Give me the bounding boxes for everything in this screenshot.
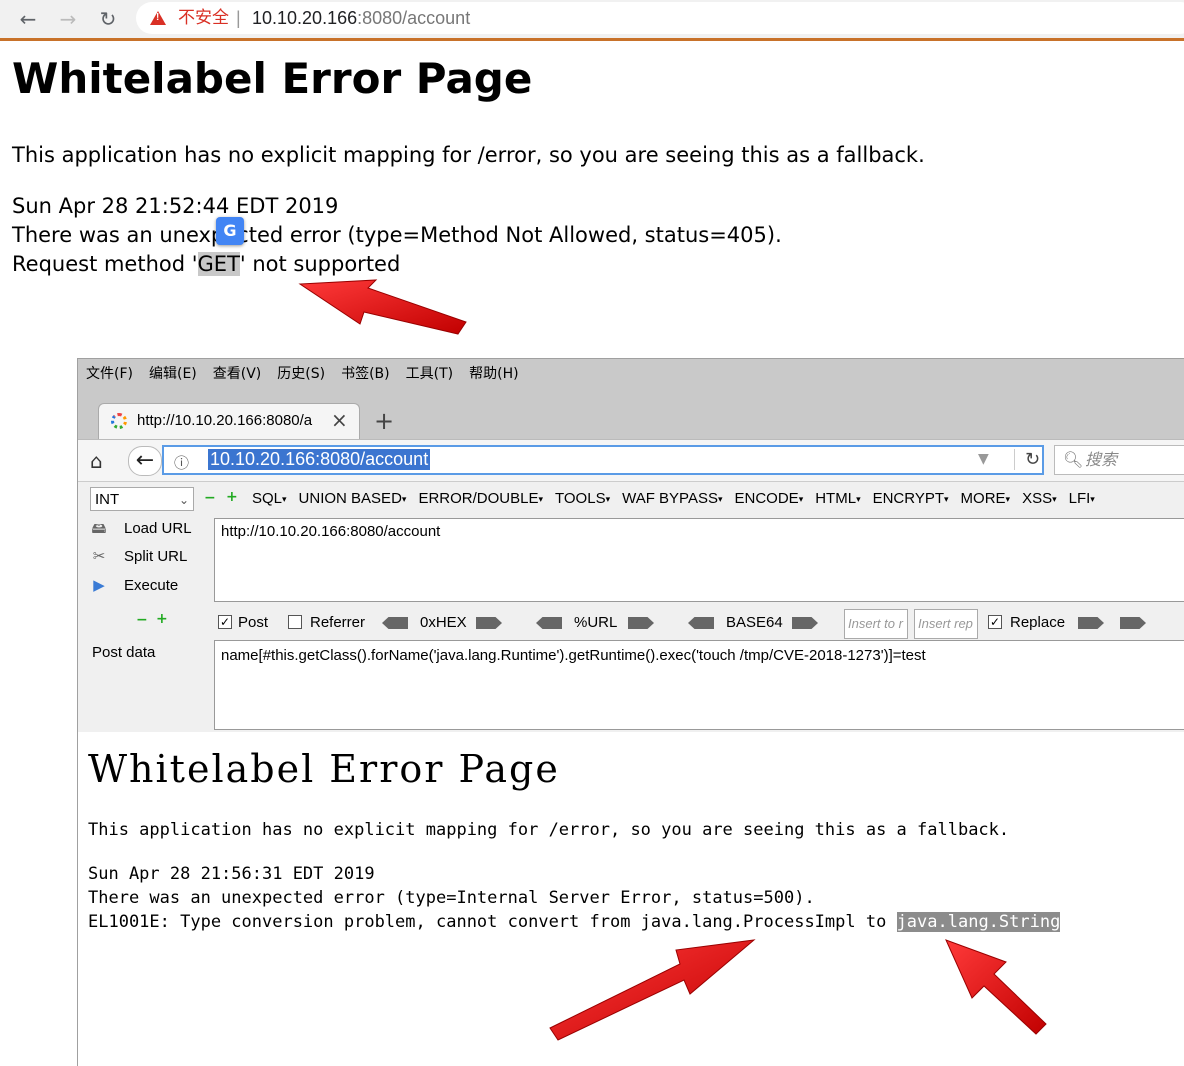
arrow-annotation xyxy=(945,939,1047,1035)
arrow-annotation xyxy=(549,939,756,1041)
annotation-arrows xyxy=(298,279,1047,1041)
arrow-annotation xyxy=(298,279,467,335)
